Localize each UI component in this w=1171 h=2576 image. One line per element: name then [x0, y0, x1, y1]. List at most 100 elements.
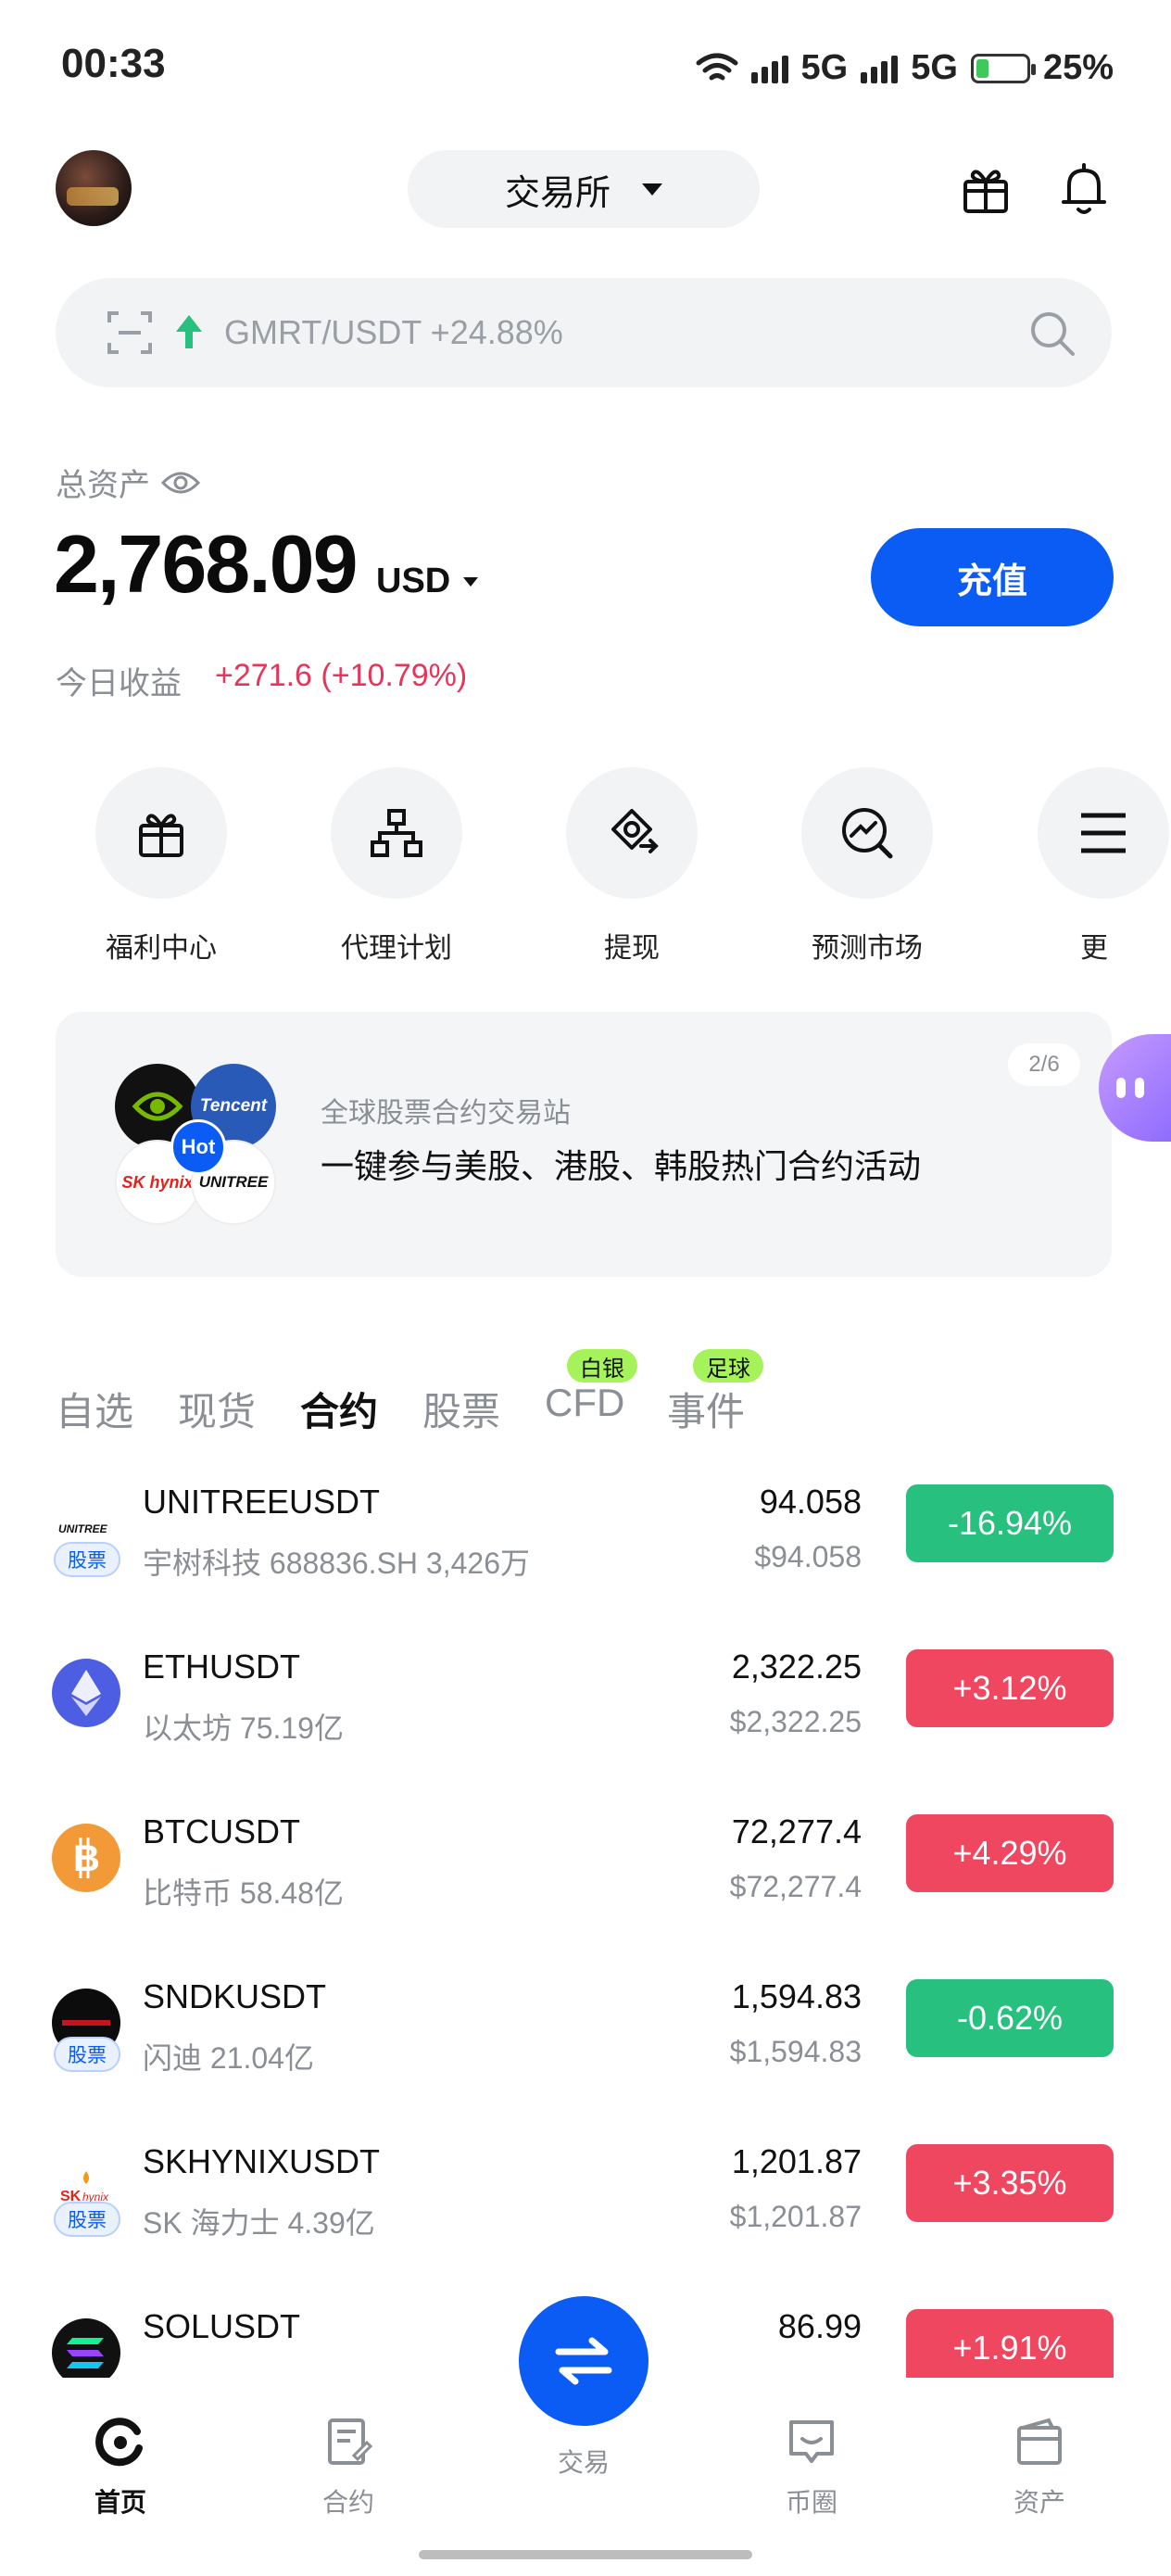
- market-row-eth[interactable]: ETHUSDT 以太坊 75.19亿 2,322.25 $2,322.25 +3…: [0, 1648, 1171, 1812]
- market-change[interactable]: +4.29%: [906, 1814, 1114, 1892]
- tab-favorites[interactable]: 自选: [56, 1381, 133, 1437]
- tab-cfd[interactable]: CFD: [545, 1381, 624, 1425]
- stock-logos: Tencent SK hynix UNITREE Hot: [115, 1064, 282, 1231]
- battery-icon: [970, 53, 1036, 83]
- search-placeholder: GMRT/USDT +24.88%: [224, 313, 563, 351]
- market-list: UNITREE 股票 UNITREEUSDT 宇树科技 688836.SH 3,…: [0, 1483, 1171, 2378]
- trade-button[interactable]: [519, 2296, 648, 2426]
- market-subtitle: SK 海力士 4.39亿: [143, 2206, 375, 2240]
- market-subtitle: 闪迪 21.04亿: [143, 2041, 314, 2075]
- shortcut-agent-program[interactable]: 代理计划: [295, 767, 498, 966]
- nav-label: 合约: [321, 2488, 374, 2517]
- deposit-button[interactable]: 充值: [871, 528, 1114, 626]
- caret-down-icon: [463, 576, 479, 587]
- nav-community[interactable]: 币圈: [747, 2415, 876, 2519]
- prediction-icon: [842, 808, 893, 859]
- signal-icon-2: [861, 54, 899, 83]
- currency-label: USD: [376, 562, 451, 600]
- hot-badge: Hot: [170, 1119, 226, 1175]
- eye-icon[interactable]: [161, 470, 200, 496]
- market-symbol: SKHYNIXUSDT: [143, 2142, 381, 2180]
- chat-icon: [789, 2420, 834, 2463]
- tab-spot[interactable]: 现货: [178, 1381, 256, 1437]
- market-symbol: SNDKUSDT: [143, 1977, 327, 2015]
- banner-title: 一键参与美股、港股、韩股热门合约活动: [321, 1147, 922, 1185]
- avatar[interactable]: [56, 150, 132, 226]
- tab-cfd-badge: 白银: [567, 1349, 637, 1383]
- tab-events-badge: 足球: [693, 1349, 763, 1383]
- network-label-2: 5G: [911, 48, 958, 87]
- network-label-1: 5G: [800, 48, 849, 87]
- nav-contract[interactable]: 合约: [283, 2415, 413, 2519]
- search-input[interactable]: GMRT/USDT +24.88%: [56, 278, 1112, 387]
- market-price-usd: $1,201.87: [729, 2200, 862, 2233]
- svg-text:UNITREE: UNITREE: [58, 1522, 108, 1535]
- chevron-down-icon: [642, 183, 662, 196]
- wifi-icon: [696, 53, 738, 80]
- tab-stocks[interactable]: 股票: [422, 1381, 500, 1437]
- status-time: 00:33: [61, 41, 166, 86]
- tab-events[interactable]: 事件: [667, 1381, 745, 1437]
- total-assets-label: 总资产: [56, 460, 200, 505]
- banner-subtitle: 全球股票合约交易站: [321, 1098, 571, 1129]
- today-pnl-label: 今日收益: [56, 666, 182, 701]
- market-change[interactable]: +3.12%: [906, 1649, 1114, 1727]
- search-icon[interactable]: [1028, 309, 1077, 358]
- market-price: 72,277.4: [731, 1812, 862, 1850]
- scan-icon[interactable]: [107, 311, 152, 354]
- nav-label: 首页: [94, 2488, 146, 2517]
- contract-icon: [328, 2418, 373, 2465]
- market-price: 1,594.83: [731, 1977, 862, 2015]
- solana-icon: [52, 2318, 120, 2378]
- market-change[interactable]: +1.91%: [906, 2309, 1114, 2378]
- market-symbol: ETHUSDT: [143, 1648, 300, 1686]
- market-change[interactable]: -16.94%: [906, 1484, 1114, 1562]
- status-bar: 00:33 5G 5G 25%: [0, 0, 1171, 139]
- shortcut-withdraw[interactable]: 提现: [530, 767, 734, 966]
- trending-up-icon: [176, 315, 202, 348]
- tab-futures[interactable]: 合约: [300, 1381, 378, 1437]
- total-balance: 2,768.09: [54, 518, 359, 610]
- nav-label: 币圈: [785, 2488, 837, 2517]
- market-row-unitree[interactable]: UNITREE 股票 UNITREEUSDT 宇树科技 688836.SH 3,…: [0, 1483, 1171, 1648]
- shortcut-prediction-market[interactable]: 预测市场: [765, 767, 969, 966]
- gift-icon: [139, 814, 183, 857]
- market-change[interactable]: -0.62%: [906, 1979, 1114, 2057]
- stock-tag: 股票: [54, 2037, 120, 2072]
- nav-assets[interactable]: 资产: [975, 2415, 1104, 2519]
- signal-icon: [750, 54, 788, 83]
- market-row-skhynix[interactable]: SK hynix 股票 SKHYNIXUSDT SK 海力士 4.39亿 1,20…: [0, 2142, 1171, 2307]
- promo-banner[interactable]: 2/6 Tencent SK hynix UNITREE Hot 全球股票合约交…: [56, 1012, 1112, 1277]
- assets-label-text: 总资产: [56, 468, 150, 503]
- status-icons: 5G 5G 25%: [696, 48, 1114, 88]
- shortcut-more[interactable]: 更: [1001, 767, 1171, 966]
- nav-label-trade: 交易: [557, 2448, 610, 2477]
- nav-label: 资产: [1013, 2488, 1065, 2517]
- market-price-usd: $94.058: [754, 1540, 862, 1573]
- shortcut-label: 提现: [604, 933, 660, 964]
- shortcut-welfare-center[interactable]: 福利中心: [59, 767, 263, 966]
- home-indicator: [419, 2550, 752, 2559]
- shortcut-label: 福利中心: [106, 933, 217, 964]
- market-price: 2,322.25: [731, 1648, 862, 1686]
- exchange-selector[interactable]: 交易所: [408, 150, 760, 228]
- stock-tag: 股票: [54, 1542, 120, 1577]
- shortcut-label: 代理计划: [341, 933, 452, 964]
- bell-icon[interactable]: [1058, 161, 1110, 217]
- org-chart-icon: [371, 809, 422, 857]
- market-row-btc[interactable]: B BTCUSDT 比特币 58.48亿 72,277.4 $72,277.4 …: [0, 1812, 1171, 1977]
- market-change[interactable]: +3.35%: [906, 2144, 1114, 2222]
- market-symbol: SOLUSDT: [143, 2307, 301, 2345]
- bitcoin-icon: B: [52, 1824, 120, 1892]
- wallet-icon: [1017, 2418, 1062, 2465]
- gift-icon[interactable]: [960, 163, 1012, 215]
- nav-home[interactable]: 首页: [56, 2415, 185, 2519]
- currency-selector[interactable]: USD: [376, 562, 479, 601]
- svg-text:B: B: [73, 1838, 100, 1879]
- more-icon: [1081, 813, 1126, 853]
- bottom-nav: 首页 合约 交易 币圈 资产: [0, 2296, 1171, 2576]
- shortcut-label: 预测市场: [812, 933, 923, 964]
- market-row-sndk[interactable]: 股票 SNDKUSDT 闪迪 21.04亿 1,594.83 $1,594.83…: [0, 1977, 1171, 2142]
- ethereum-icon: [52, 1659, 120, 1727]
- withdraw-icon: [611, 809, 659, 853]
